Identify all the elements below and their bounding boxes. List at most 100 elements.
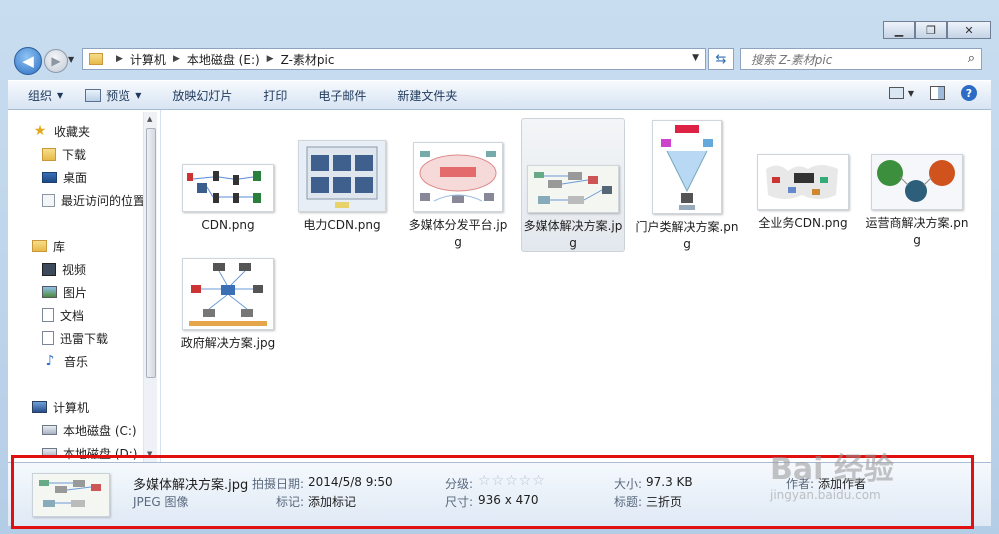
preview-pane-button[interactable]: [930, 86, 945, 100]
file-item[interactable]: 多媒体分发平台.jpg: [406, 142, 510, 251]
maximize-button[interactable]: ❐: [915, 21, 947, 39]
file-item-selected[interactable]: 多媒体解决方案.jpg: [521, 118, 625, 252]
help-button[interactable]: ?: [961, 85, 977, 101]
watermark-url: jingyan.baidu.com: [770, 488, 881, 502]
print-button[interactable]: 打印: [243, 84, 298, 106]
slideshow-button[interactable]: 放映幻灯片: [152, 84, 243, 106]
preview-menu[interactable]: 预览 ▼: [74, 84, 152, 106]
file-item[interactable]: 电力CDN.png: [290, 140, 394, 234]
star-icon[interactable]: ☆: [478, 473, 492, 489]
sidebar-item-desktop[interactable]: 桌面: [42, 167, 87, 187]
organize-label: 组织: [28, 88, 53, 103]
sidebar-item-thunder-downloads[interactable]: 迅雷下载: [42, 328, 108, 348]
breadcrumb-drive-e[interactable]: 本地磁盘 (E:): [187, 51, 260, 68]
details-date-value[interactable]: 2014/5/8 9:50: [308, 475, 393, 489]
sidebar-item-label: 文档: [60, 308, 85, 323]
sidebar-item-videos[interactable]: 视频: [42, 259, 86, 279]
file-thumbnail: [413, 142, 503, 212]
file-item[interactable]: 运营商解决方案.png: [865, 154, 969, 249]
search-icon[interactable]: ⌕: [968, 51, 975, 66]
file-thumbnail: [298, 140, 386, 212]
search-input[interactable]: [749, 50, 963, 70]
file-item[interactable]: 门户类解决方案.png: [635, 120, 739, 253]
recent-pages-dropdown[interactable]: ▼: [68, 55, 74, 64]
organize-menu[interactable]: 组织 ▼: [8, 84, 74, 106]
address-dropdown-icon[interactable]: ▼: [692, 53, 699, 63]
breadcrumb-computer[interactable]: 计算机: [130, 51, 166, 68]
sidebar-item-recent[interactable]: 最近访问的位置: [42, 190, 145, 210]
drive-icon: [42, 425, 57, 435]
scroll-down-icon[interactable]: ▼: [147, 450, 152, 458]
email-button[interactable]: 电子邮件: [298, 84, 377, 106]
details-filetype: JPEG 图像: [133, 495, 189, 509]
file-thumbnail: [871, 154, 963, 210]
sidebar-libraries[interactable]: 库: [32, 236, 65, 256]
star-icon[interactable]: ☆: [519, 473, 533, 489]
close-button[interactable]: ✕: [947, 21, 991, 39]
sidebar-item-pictures[interactable]: 图片: [42, 282, 87, 302]
chevron-right-icon: ▶: [116, 54, 123, 64]
details-rating-label: 分级:: [445, 477, 474, 491]
address-bar[interactable]: ▶ 计算机 ▶ 本地磁盘 (E:) ▶ Z-素材pic ▼: [82, 48, 706, 70]
forward-button[interactable]: ▶: [44, 49, 68, 73]
sidebar-item-label: 音乐: [64, 354, 89, 369]
star-icon[interactable]: ☆: [505, 473, 519, 489]
new-folder-button[interactable]: 新建文件夹: [377, 84, 468, 106]
details-dims-value: 936 x 470: [478, 493, 539, 507]
sidebar-scrollbar[interactable]: ▲ ▼: [143, 112, 157, 462]
sidebar-item-downloads[interactable]: 下载: [42, 144, 86, 164]
file-name: 全业务CDN.png: [758, 216, 848, 230]
computer-icon: [32, 401, 47, 413]
file-thumbnail: [182, 164, 274, 212]
sidebar-item-music[interactable]: ♪ 音乐: [42, 351, 88, 371]
refresh-icon: ⇆: [715, 51, 727, 67]
refresh-button[interactable]: ⇆: [708, 48, 734, 70]
help-icon: ?: [961, 85, 977, 101]
sidebar-item-label: 下载: [62, 147, 87, 162]
minimize-button[interactable]: ▁: [883, 21, 915, 39]
explorer-window: ▁ ❐ ✕ ◀ ▶ ▼ ▶ 计算机 ▶ 本地磁盘 (E:) ▶ Z-素材pic ▼ ⇆…: [0, 0, 999, 534]
sidebar-computer[interactable]: 计算机: [32, 397, 89, 417]
file-name: CDN.png: [201, 218, 255, 232]
recent-places-icon: [42, 193, 55, 207]
file-name: 政府解决方案.jpg: [180, 336, 276, 350]
sidebar-item-documents[interactable]: 文档: [42, 305, 84, 325]
change-view-button[interactable]: ▼: [888, 87, 914, 99]
sidebar-item-label: 桌面: [63, 170, 88, 185]
file-item[interactable]: CDN.png: [176, 164, 280, 234]
print-label: 打印: [263, 88, 288, 103]
sidebar-item-drive-d[interactable]: 本地磁盘 (D:): [42, 443, 137, 462]
star-icon[interactable]: ☆: [492, 473, 506, 489]
preview-icon: [85, 88, 102, 102]
search-box[interactable]: ⌕: [740, 48, 982, 70]
file-item[interactable]: 政府解决方案.jpg: [176, 258, 280, 352]
file-name: 运营商解决方案.png: [865, 216, 969, 247]
sidebar-item-drive-c[interactable]: 本地磁盘 (C:): [42, 420, 137, 440]
file-item[interactable]: 全业务CDN.png: [751, 154, 855, 232]
rating-stars[interactable]: ☆☆☆☆☆: [478, 473, 546, 489]
details-title-value[interactable]: 三折页: [646, 493, 682, 510]
sidebar-favorites-label: 收藏夹: [54, 124, 91, 139]
video-icon: [42, 262, 56, 276]
sidebar-item-label: 视频: [62, 262, 87, 277]
new-folder-label: 新建文件夹: [397, 88, 458, 103]
file-thumbnail: [757, 154, 849, 210]
star-icon[interactable]: ☆: [532, 473, 546, 489]
back-button[interactable]: ◀: [14, 47, 42, 75]
arrow-left-icon: ◀: [22, 52, 34, 70]
details-tags-value[interactable]: 添加标记: [308, 493, 356, 510]
chevron-right-icon: ▶: [172, 54, 180, 64]
sidebar-item-label: 图片: [63, 285, 88, 300]
scroll-up-icon[interactable]: ▲: [147, 115, 152, 123]
scrollbar-thumb[interactable]: [146, 128, 156, 378]
view-icon: [888, 87, 904, 99]
file-thumbnail: [652, 120, 722, 214]
details-thumbnail: [32, 473, 110, 517]
sidebar-favorites[interactable]: ★ 收藏夹: [32, 121, 90, 141]
breadcrumb-folder[interactable]: Z-素材pic: [281, 51, 335, 68]
chevron-right-icon: ▶: [266, 54, 274, 64]
sidebar-computer-label: 计算机: [53, 400, 90, 415]
minimize-icon: ▁: [894, 23, 904, 37]
caret-down-icon: ▼: [907, 88, 914, 98]
watermark-brand: Bai 经验: [770, 452, 894, 487]
